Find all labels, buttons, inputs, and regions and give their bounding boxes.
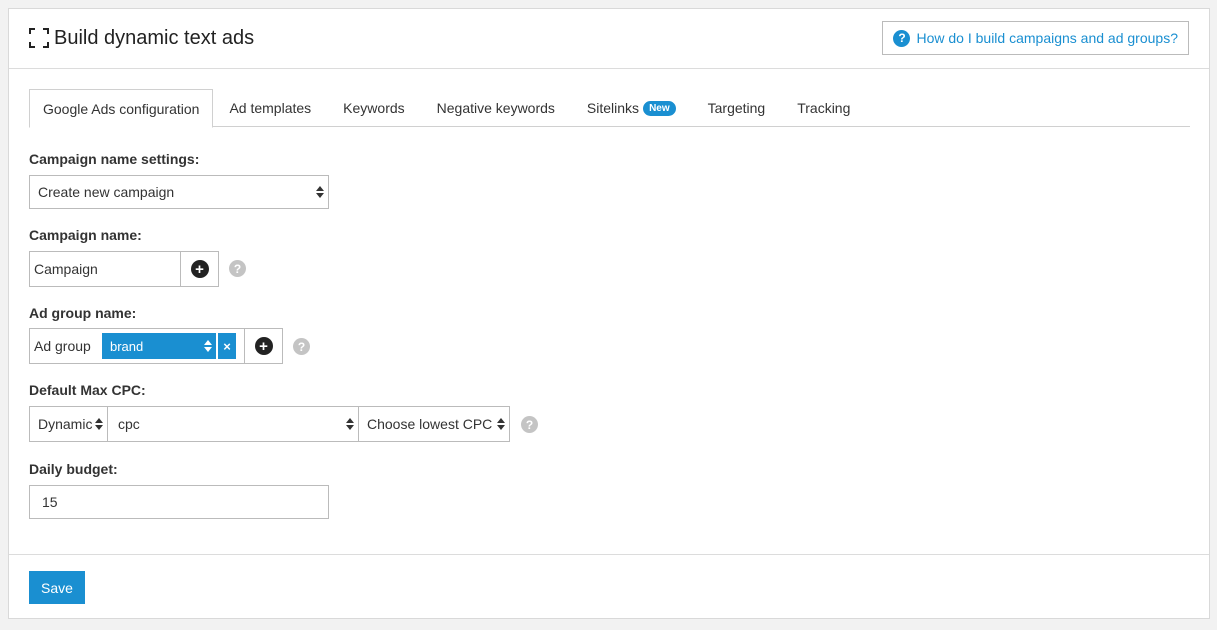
select-arrows-icon [346,418,354,430]
help-button-label: How do I build campaigns and ad groups? [916,30,1178,46]
tab-negative-keywords[interactable]: Negative keywords [421,89,571,127]
campaign-name-label: Campaign name: [29,227,142,243]
ad-group-add-button[interactable]: + [244,328,283,364]
campaign-name-input[interactable] [29,251,181,287]
cpc-mode-select[interactable]: Dynamic [29,406,108,442]
ad-group-help-icon[interactable]: ? [293,338,310,355]
select-arrows-icon [497,418,505,430]
ad-group-prefix: Ad group [34,338,91,354]
page-title: Build dynamic text ads [54,27,255,49]
plus-circle-icon: + [190,260,209,278]
select-arrows-icon [204,340,212,352]
campaign-add-button[interactable]: + [180,251,219,287]
help-button[interactable]: ? How do I build campaigns and ad groups… [882,21,1189,55]
cpc-strategy-select[interactable]: Choose lowest CPC [358,406,510,442]
cpc-field-select[interactable]: cpc [107,406,359,442]
ad-group-tag-select[interactable]: brand [102,333,216,359]
daily-budget-input[interactable] [29,485,329,519]
max-cpc-label: Default Max CPC: [29,382,146,398]
remove-tag-icon[interactable]: × [218,333,236,359]
select-arrows-icon [316,186,324,198]
ad-group-name-label: Ad group name: [29,305,137,321]
campaign-settings-select[interactable]: Create new campaign [29,175,329,209]
panel-header: Build dynamic text ads ? How do I build … [9,9,1209,69]
cpc-help-icon[interactable]: ? [521,416,538,433]
tab-bar: Google Ads configuration Ad templates Ke… [29,89,1190,128]
daily-budget-label: Daily budget: [29,461,118,477]
panel-footer: Save [9,554,1209,618]
tab-keywords[interactable]: Keywords [327,89,420,127]
new-badge: New [643,100,676,116]
campaign-help-icon[interactable]: ? [229,260,246,277]
tab-ad-templates[interactable]: Ad templates [213,89,327,127]
tab-tracking[interactable]: Tracking [781,89,866,127]
save-button[interactable]: Save [29,571,85,604]
tab-targeting[interactable]: Targeting [692,89,782,127]
tab-sitelinks[interactable]: Sitelinks New [571,89,692,127]
build-panel: Build dynamic text ads ? How do I build … [8,8,1210,619]
campaign-settings-label: Campaign name settings: [29,151,200,167]
plus-circle-icon: + [254,337,273,355]
tab-google-ads-configuration[interactable]: Google Ads configuration [29,89,214,128]
select-arrows-icon [95,418,103,430]
ad-group-name-field[interactable]: Ad group brand × [29,328,245,364]
question-circle-icon: ? [893,29,911,47]
fullscreen-icon [29,28,49,48]
